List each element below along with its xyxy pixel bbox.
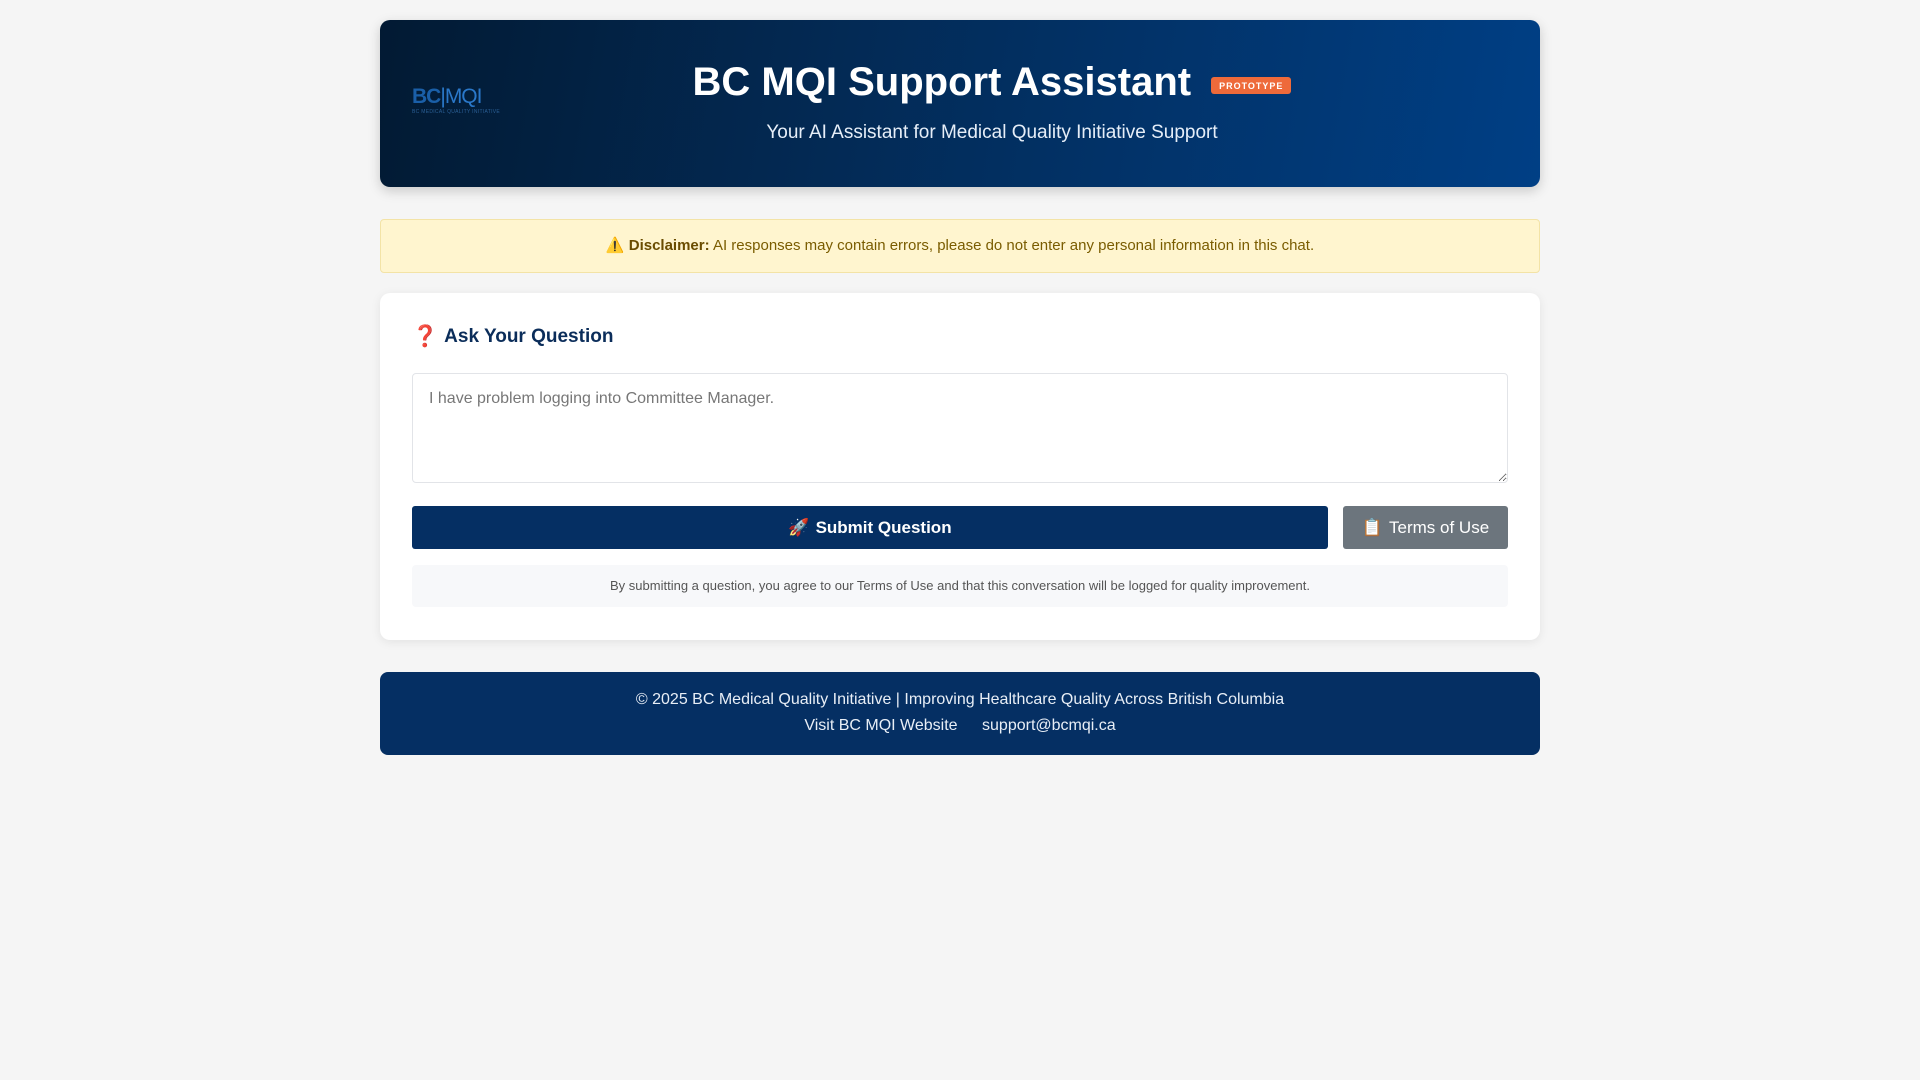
question-card: ❓ Ask Your Question 🚀 Submit Question 📋 … [380, 293, 1540, 640]
prototype-badge: PROTOTYPE [1211, 76, 1292, 94]
terms-of-use-label: Terms of Use [1389, 517, 1490, 537]
question-mark-icon: ❓ [412, 325, 439, 348]
app-header: BC|MQI BC MEDICAL QUALITY INITIATIVE BC … [380, 20, 1540, 187]
page-container: BC|MQI BC MEDICAL QUALITY INITIATIVE BC … [380, 20, 1540, 755]
footer-links: Visit BC MQI Website support@bcmqi.ca [380, 717, 1540, 735]
title-row: BC MQI Support Assistant PROTOTYPE [693, 58, 1292, 106]
warning-icon: ⚠️ [605, 237, 625, 254]
disclaimer-label: Disclaimer: [628, 237, 710, 254]
footer-copyright: © 2025 BC Medical Quality Initiative | I… [635, 691, 1285, 708]
button-row: 🚀 Submit Question 📋 Terms of Use [412, 506, 1508, 549]
disclaimer-text: AI responses may contain errors, please … [712, 237, 1315, 254]
rocket-icon: 🚀 [788, 517, 810, 537]
submission-notice: By submitting a question, you agree to o… [412, 565, 1508, 607]
support-email-link[interactable]: support@bcmqi.ca [982, 717, 1116, 734]
header-center: BC MQI Support Assistant PROTOTYPE Your … [380, 58, 1540, 144]
app-footer: © 2025 BC Medical Quality Initiative | I… [380, 672, 1540, 755]
clipboard-icon: 📋 [1361, 517, 1384, 537]
submit-question-button[interactable]: 🚀 Submit Question [412, 506, 1328, 549]
website-link[interactable]: Visit BC MQI Website [804, 717, 957, 734]
question-card-title: ❓ Ask Your Question [412, 325, 1508, 349]
question-input[interactable] [412, 373, 1508, 483]
question-card-title-text: Ask Your Question [444, 326, 614, 347]
disclaimer-banner: ⚠️ Disclaimer: AI responses may contain … [380, 219, 1540, 273]
terms-of-use-button[interactable]: 📋 Terms of Use [1343, 506, 1508, 549]
submit-question-label: Submit Question [815, 517, 952, 537]
page-subtitle: Your AI Assistant for Medical Quality In… [766, 122, 1218, 143]
page-title: BC MQI Support Assistant [692, 60, 1192, 104]
